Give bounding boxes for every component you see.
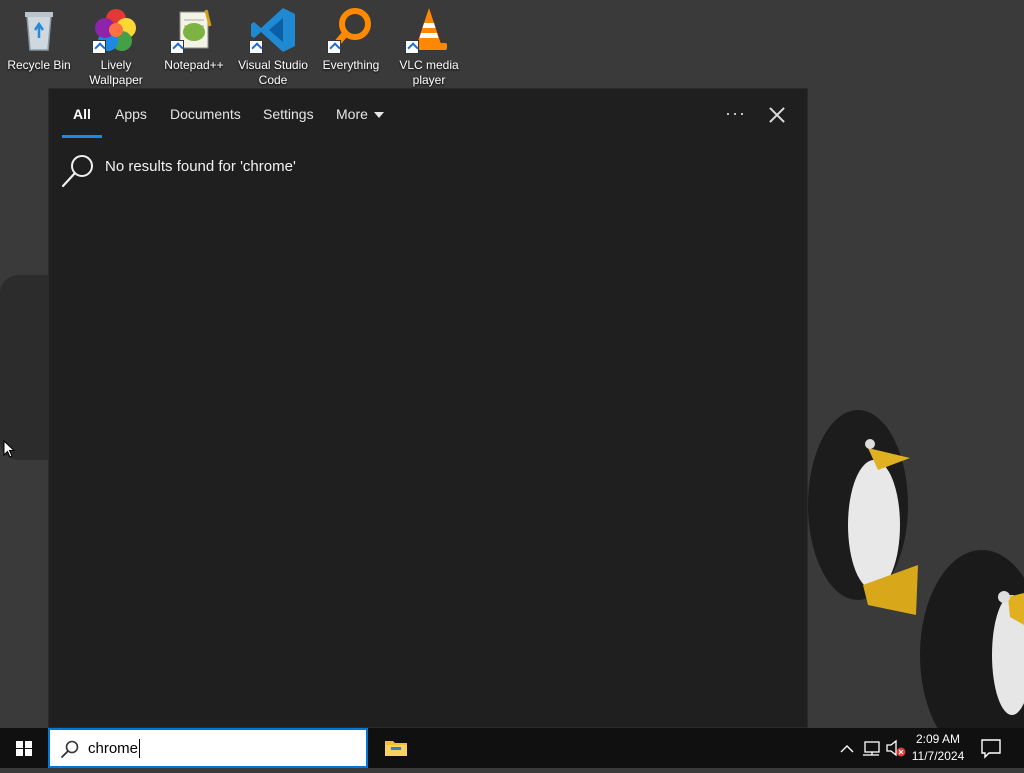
text-caret (139, 739, 140, 758)
desktop-icon-label: Recycle Bin (7, 58, 71, 72)
wallpaper-penguin (920, 550, 1024, 728)
desktop-icon-label: VLC media player (399, 58, 459, 87)
start-button[interactable] (0, 728, 48, 768)
tab-more[interactable]: More (336, 106, 384, 122)
notification-center-icon[interactable] (980, 737, 1002, 759)
tab-apps[interactable]: Apps (115, 106, 147, 122)
chevron-down-icon (373, 112, 384, 119)
desktop-icon-label: Lively Wallpaper (89, 58, 143, 87)
windows-logo-icon (16, 741, 32, 756)
network-icon[interactable] (861, 728, 881, 768)
taskbar: 2:09 AM 11/7/2024 (0, 728, 1024, 768)
desktop-icon-everything[interactable]: Everything (312, 6, 390, 73)
tab-more-label: More (336, 106, 368, 122)
desktop-icon-vlc[interactable]: VLC media player (390, 6, 468, 88)
file-explorer-button[interactable] (376, 728, 416, 768)
recycle-bin-icon (15, 6, 63, 54)
taskbar-search-box[interactable] (48, 728, 368, 768)
desktop-icon-label: Notepad++ (164, 58, 224, 72)
desktop-icon-notepad-plus-plus[interactable]: Notepad++ (155, 6, 233, 73)
search-panel: All Apps Documents Settings More ··· No … (48, 88, 808, 728)
system-clock[interactable]: 2:09 AM 11/7/2024 (902, 731, 974, 765)
active-tab-indicator (62, 135, 102, 138)
desktop-icon-recycle-bin[interactable]: Recycle Bin (0, 6, 78, 73)
lively-wallpaper-icon (92, 6, 140, 54)
desktop-icon-label: Everything (322, 58, 380, 72)
vscode-icon (249, 6, 297, 54)
mouse-cursor-icon (3, 440, 15, 458)
vlc-icon (405, 6, 453, 54)
search-input[interactable] (88, 737, 338, 759)
chevron-up-icon[interactable] (838, 728, 856, 768)
close-icon[interactable] (765, 103, 789, 127)
notepad-plus-plus-icon (170, 6, 218, 54)
search-tabs: All Apps Documents Settings More ··· (49, 89, 807, 139)
desktop-icon-vscode[interactable]: Visual Studio Code (234, 6, 312, 88)
search-icon (61, 740, 79, 758)
tab-settings[interactable]: Settings (263, 106, 314, 122)
desktop-icon-lively-wallpaper[interactable]: Lively Wallpaper (77, 6, 155, 88)
everything-search-icon (327, 6, 375, 54)
no-results-text: No results found for 'chrome' (105, 158, 296, 175)
search-icon (61, 155, 93, 188)
more-options-button[interactable]: ··· (725, 103, 746, 124)
no-results-message: No results found for 'chrome' (61, 153, 461, 189)
desktop-icon-label: Visual Studio Code (238, 58, 308, 87)
clock-time: 2:09 AM (915, 732, 961, 746)
wallpaper-penguin (808, 410, 918, 615)
tab-documents[interactable]: Documents (170, 106, 241, 122)
tab-all[interactable]: All (73, 106, 91, 122)
clock-date: 11/7/2024 (911, 749, 965, 763)
folder-icon (385, 741, 407, 756)
wallpaper-shape (0, 275, 48, 460)
